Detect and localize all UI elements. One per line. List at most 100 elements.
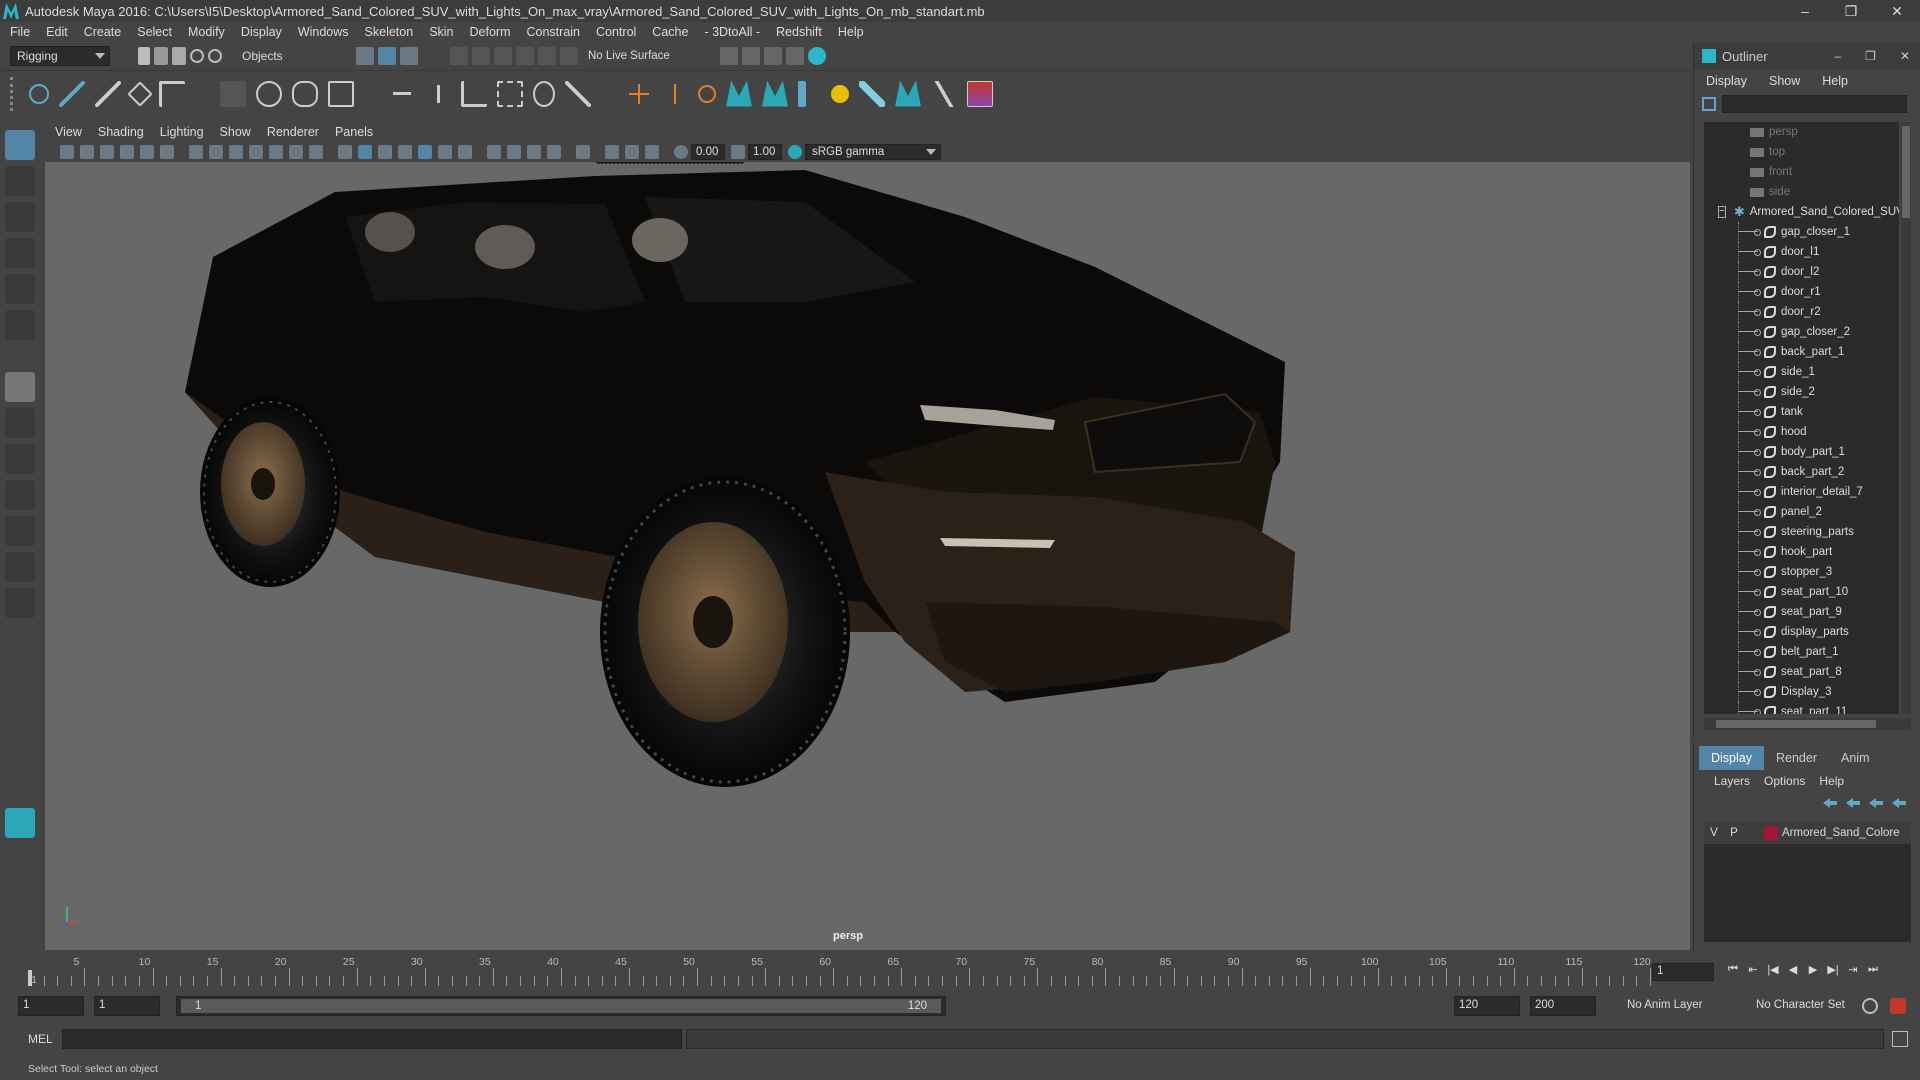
outliner-item-interior_detail_7[interactable]: interior_detail_7 xyxy=(1704,482,1899,502)
outliner-item-back_part_2[interactable]: back_part_2 xyxy=(1704,462,1899,482)
close-button[interactable]: ✕ xyxy=(1874,0,1920,22)
outliner-menu-help[interactable]: Help xyxy=(1822,74,1848,88)
grease-pencil-icon[interactable] xyxy=(160,145,174,159)
visibility-dot[interactable] xyxy=(1738,249,1761,256)
playback-start-field[interactable]: 1 xyxy=(94,996,160,1016)
open-scene-icon[interactable] xyxy=(154,47,168,65)
panel-menu-lighting[interactable]: Lighting xyxy=(160,125,204,139)
blend-shape-icon[interactable] xyxy=(698,84,716,103)
ik-spline-icon[interactable] xyxy=(95,80,121,107)
shadows-icon[interactable] xyxy=(458,145,472,159)
new-scene-icon[interactable] xyxy=(138,47,150,65)
default-material-icon[interactable] xyxy=(378,145,392,159)
menu-edit[interactable]: Edit xyxy=(46,25,68,39)
outliner-vertical-scrollbar[interactable] xyxy=(1901,122,1911,714)
shelf-handle[interactable] xyxy=(10,76,24,111)
visibility-dot[interactable] xyxy=(1738,309,1761,316)
current-frame-marker[interactable] xyxy=(28,970,32,986)
layer-playback-toggle[interactable]: P xyxy=(1724,827,1744,839)
outliner-item-group[interactable]: − ✱ Armored_Sand_Colored_SUV xyxy=(1704,202,1899,222)
outliner-item-back_part_1[interactable]: back_part_1 xyxy=(1704,342,1899,362)
lattice-icon[interactable] xyxy=(292,80,318,107)
undo-icon[interactable] xyxy=(190,49,204,63)
menu-control[interactable]: Control xyxy=(596,25,636,39)
grid-icon[interactable] xyxy=(189,145,203,159)
visibility-dot[interactable] xyxy=(1738,409,1761,416)
resolution-gate-icon[interactable] xyxy=(229,145,243,159)
outliner-item-door_r2[interactable]: door_r2 xyxy=(1704,302,1899,322)
visibility-dot[interactable] xyxy=(1738,449,1761,456)
menuset-dropdown[interactable]: Rigging xyxy=(10,46,110,66)
command-input[interactable] xyxy=(62,1029,682,1049)
step-back-frame-button[interactable]: |◀ xyxy=(1763,963,1783,979)
layer-visibility-toggle[interactable]: V xyxy=(1704,827,1724,839)
outliner-item-belt_part_1[interactable]: belt_part_1 xyxy=(1704,642,1899,662)
layer-color-swatch[interactable] xyxy=(1764,826,1778,840)
ipr-render-icon[interactable] xyxy=(763,47,782,65)
select-tool-icon[interactable] xyxy=(5,130,35,160)
move-tool-icon[interactable] xyxy=(5,238,35,268)
paint-weights-icon[interactable] xyxy=(256,80,282,107)
persp-hypershade-layout-icon[interactable] xyxy=(5,516,35,546)
visibility-dot[interactable] xyxy=(1738,229,1761,236)
command-language-label[interactable]: MEL xyxy=(28,1032,53,1046)
range-bar[interactable]: 1 120 xyxy=(176,996,946,1016)
selection-mode-dropdown[interactable]: Objects xyxy=(236,46,346,66)
render-frame-icon[interactable] xyxy=(741,47,760,65)
layer-menu-options[interactable]: Options xyxy=(1764,774,1805,788)
image-plane-icon[interactable] xyxy=(120,145,134,159)
screen-space-ao-icon[interactable] xyxy=(487,145,501,159)
hik-icon[interactable] xyxy=(726,80,752,107)
outliner-item-side[interactable]: side xyxy=(1704,182,1899,202)
motion-blur-icon[interactable] xyxy=(507,145,521,159)
hypershade-icon[interactable] xyxy=(807,47,826,65)
snap-point-icon[interactable] xyxy=(494,47,512,65)
ik-handle-icon[interactable] xyxy=(59,80,85,107)
snap-grid-icon[interactable] xyxy=(450,47,468,65)
safe-title-icon[interactable] xyxy=(309,145,323,159)
panel-menu-view[interactable]: View xyxy=(55,125,82,139)
restore-button[interactable]: ❐ xyxy=(1828,0,1874,22)
panel-menu-panels[interactable]: Panels xyxy=(335,125,373,139)
menu-constrain[interactable]: Constrain xyxy=(527,25,581,39)
cluster-icon[interactable] xyxy=(328,80,354,107)
outliner-item-side_2[interactable]: side_2 xyxy=(1704,382,1899,402)
lasso-tool-icon[interactable] xyxy=(5,166,35,196)
visibility-dot[interactable] xyxy=(1738,269,1761,276)
outliner-item-door_r1[interactable]: door_r1 xyxy=(1704,282,1899,302)
tab-anim[interactable]: Anim xyxy=(1829,746,1881,770)
menu-help[interactable]: Help xyxy=(838,25,864,39)
outliner-item-door_l2[interactable]: door_l2 xyxy=(1704,262,1899,282)
quick-rig-icon[interactable] xyxy=(798,80,806,107)
panel-menu-show[interactable]: Show xyxy=(220,125,251,139)
snap-curve-icon[interactable] xyxy=(472,47,490,65)
paint-select-tool-icon[interactable] xyxy=(5,202,35,232)
orient-constraint-icon[interactable] xyxy=(461,80,487,107)
outliner-item-seat_part_10[interactable]: seat_part_10 xyxy=(1704,582,1899,602)
visibility-dot[interactable] xyxy=(1738,469,1761,476)
outliner-item-door_l1[interactable]: door_l1 xyxy=(1704,242,1899,262)
multisample-aa-icon[interactable] xyxy=(527,145,541,159)
outliner-item-gap_closer_1[interactable]: gap_closer_1 xyxy=(1704,222,1899,242)
tab-display[interactable]: Display xyxy=(1699,746,1764,770)
layer-menu-layers[interactable]: Layers xyxy=(1714,774,1750,788)
menu-create[interactable]: Create xyxy=(84,25,122,39)
panel-menu-shading[interactable]: Shading xyxy=(98,125,144,139)
menu-skeleton[interactable]: Skeleton xyxy=(365,25,414,39)
xray-joints-icon[interactable] xyxy=(645,145,659,159)
visibility-dot[interactable] xyxy=(1738,389,1761,396)
smooth-shade-icon[interactable] xyxy=(358,145,372,159)
parent-constraint-icon[interactable] xyxy=(533,80,555,107)
four-view-layout-icon[interactable] xyxy=(5,408,35,438)
menu-windows[interactable]: Windows xyxy=(298,25,349,39)
point-constraint-icon[interactable] xyxy=(389,80,415,107)
outliner-item-stopper_3[interactable]: stopper_3 xyxy=(1704,562,1899,582)
collapse-toggle[interactable]: − xyxy=(1718,206,1726,218)
more-layouts-icon[interactable] xyxy=(5,588,35,618)
visibility-dot[interactable] xyxy=(1738,369,1761,376)
new-layer-selected-icon[interactable] xyxy=(1892,798,1906,808)
bookmarks-icon[interactable] xyxy=(100,145,114,159)
tab-render[interactable]: Render xyxy=(1764,746,1829,770)
visibility-dot[interactable] xyxy=(1738,569,1761,576)
play-backward-button[interactable]: ◀ xyxy=(1783,963,1803,979)
